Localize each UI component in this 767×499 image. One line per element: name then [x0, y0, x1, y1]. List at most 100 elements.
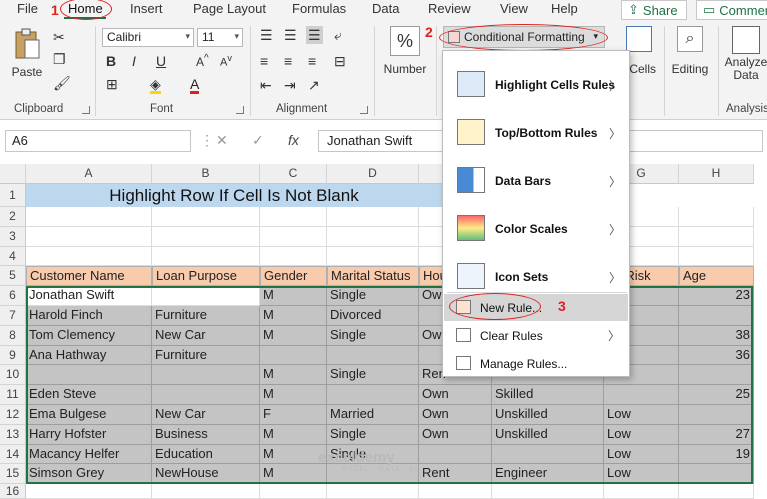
- analyze-data-button[interactable]: Analyze Data: [722, 26, 767, 82]
- cancel-icon[interactable]: ✕: [216, 132, 228, 149]
- row-header[interactable]: 9: [0, 346, 26, 365]
- increase-indent-icon[interactable]: ⇥: [284, 78, 296, 92]
- table-cell[interactable]: [26, 207, 152, 227]
- table-cell[interactable]: Macancy Helfer: [26, 445, 152, 464]
- table-cell[interactable]: NewHouse: [152, 464, 260, 484]
- table-cell[interactable]: Low: [604, 464, 679, 484]
- table-cell[interactable]: [26, 247, 152, 266]
- table-cell[interactable]: M: [260, 326, 327, 346]
- table-cell[interactable]: [679, 227, 754, 247]
- table-cell[interactable]: [152, 227, 260, 247]
- table-cell[interactable]: Unskilled: [492, 405, 604, 425]
- table-cell[interactable]: Furniture: [152, 306, 260, 326]
- table-cell[interactable]: [260, 484, 327, 499]
- insert-function-icon[interactable]: fx: [288, 132, 299, 148]
- table-cell[interactable]: 27: [679, 425, 754, 445]
- name-box[interactable]: A6: [5, 130, 191, 152]
- table-cell[interactable]: Unskilled: [492, 425, 604, 445]
- column-header[interactable]: H: [679, 164, 754, 184]
- table-cell[interactable]: [327, 484, 419, 499]
- column-header[interactable]: D: [327, 164, 419, 184]
- table-cell[interactable]: [260, 207, 327, 227]
- menu-item-manage-rules[interactable]: Manage Rules...: [442, 350, 628, 377]
- table-cell[interactable]: [26, 227, 152, 247]
- menu-item-highlight-cells-rules[interactable]: Highlight Cells Rules 〉: [443, 61, 629, 109]
- menu-item-data-bars[interactable]: Data Bars 〉: [443, 157, 629, 205]
- table-cell[interactable]: New Car: [152, 405, 260, 425]
- table-cell[interactable]: Single: [327, 286, 419, 306]
- share-button[interactable]: ⇪ Share: [621, 0, 687, 20]
- tab-formulas[interactable]: Formulas: [292, 1, 346, 16]
- row-header[interactable]: 16: [0, 484, 26, 499]
- table-cell[interactable]: 23: [679, 286, 754, 306]
- cut-icon[interactable]: ✂: [53, 30, 65, 44]
- tab-file[interactable]: File: [17, 1, 38, 16]
- table-cell[interactable]: M: [260, 445, 327, 464]
- font-color-icon[interactable]: A: [190, 77, 200, 94]
- table-cell[interactable]: [260, 346, 327, 365]
- table-cell[interactable]: M: [260, 385, 327, 405]
- decrease-font-icon[interactable]: Av: [220, 53, 232, 69]
- middle-align-icon[interactable]: ☰: [284, 28, 297, 42]
- table-cell[interactable]: Own: [419, 425, 492, 445]
- tab-review[interactable]: Review: [428, 1, 471, 16]
- tab-data[interactable]: Data: [372, 1, 399, 16]
- table-cell[interactable]: [679, 365, 754, 385]
- tab-insert[interactable]: Insert: [130, 1, 163, 16]
- paste-button[interactable]: Paste: [10, 28, 44, 79]
- number-format-button[interactable]: % Number: [382, 26, 428, 76]
- table-cell[interactable]: Single: [327, 326, 419, 346]
- table-cell[interactable]: 36: [679, 346, 754, 365]
- table-cell[interactable]: [26, 365, 152, 385]
- column-header[interactable]: C: [260, 164, 327, 184]
- align-right-icon[interactable]: ≡: [308, 54, 316, 68]
- enter-icon[interactable]: ✓: [252, 132, 264, 149]
- font-launcher-icon[interactable]: [236, 106, 244, 114]
- table-cell[interactable]: Ana Hathway: [26, 346, 152, 365]
- table-cell[interactable]: [152, 207, 260, 227]
- table-cell[interactable]: [679, 464, 754, 484]
- table-cell[interactable]: [604, 385, 679, 405]
- row-header[interactable]: 5: [0, 266, 26, 286]
- table-cell[interactable]: [152, 286, 260, 306]
- table-cell[interactable]: 19: [679, 445, 754, 464]
- table-cell[interactable]: Skilled: [492, 385, 604, 405]
- table-cell[interactable]: Own: [419, 405, 492, 425]
- column-header[interactable]: A: [26, 164, 152, 184]
- table-cell[interactable]: [492, 445, 604, 464]
- wrap-text-icon[interactable]: ⤶: [334, 28, 342, 42]
- table-cell[interactable]: [152, 247, 260, 266]
- table-cell[interactable]: Married: [327, 405, 419, 425]
- font-size-combo[interactable]: 11 ▾: [197, 28, 243, 47]
- table-cell[interactable]: 38: [679, 326, 754, 346]
- table-cell[interactable]: New Car: [152, 326, 260, 346]
- select-all-corner[interactable]: [0, 164, 26, 184]
- table-cell[interactable]: [26, 484, 152, 499]
- table-cell[interactable]: Low: [604, 445, 679, 464]
- table-cell[interactable]: Jonathan Swift: [26, 286, 152, 306]
- row-header[interactable]: 1: [0, 184, 26, 207]
- bold-icon[interactable]: B: [106, 54, 116, 68]
- table-cell[interactable]: Low: [604, 405, 679, 425]
- table-cell[interactable]: M: [260, 286, 327, 306]
- table-cell[interactable]: [679, 306, 754, 326]
- table-cell[interactable]: Rent: [419, 464, 492, 484]
- clipboard-launcher-icon[interactable]: [82, 106, 90, 114]
- tab-help[interactable]: Help: [551, 1, 578, 16]
- table-cell[interactable]: M: [260, 464, 327, 484]
- copy-icon[interactable]: ❐: [53, 52, 66, 66]
- table-cell[interactable]: [679, 247, 754, 266]
- top-align-icon[interactable]: ☰: [260, 28, 273, 42]
- italic-icon[interactable]: I: [132, 54, 136, 68]
- table-cell[interactable]: [604, 484, 679, 499]
- table-cell[interactable]: [419, 484, 492, 499]
- table-cell[interactable]: M: [260, 365, 327, 385]
- fill-color-icon[interactable]: ◈: [150, 77, 161, 94]
- table-cell[interactable]: [327, 207, 419, 227]
- table-cell[interactable]: Low: [604, 425, 679, 445]
- comments-button[interactable]: ▭Comments: [696, 0, 767, 20]
- table-cell[interactable]: [492, 484, 604, 499]
- row-header[interactable]: 8: [0, 326, 26, 346]
- table-cell[interactable]: [679, 484, 754, 499]
- menu-item-clear-rules[interactable]: Clear Rules 〉: [442, 322, 628, 349]
